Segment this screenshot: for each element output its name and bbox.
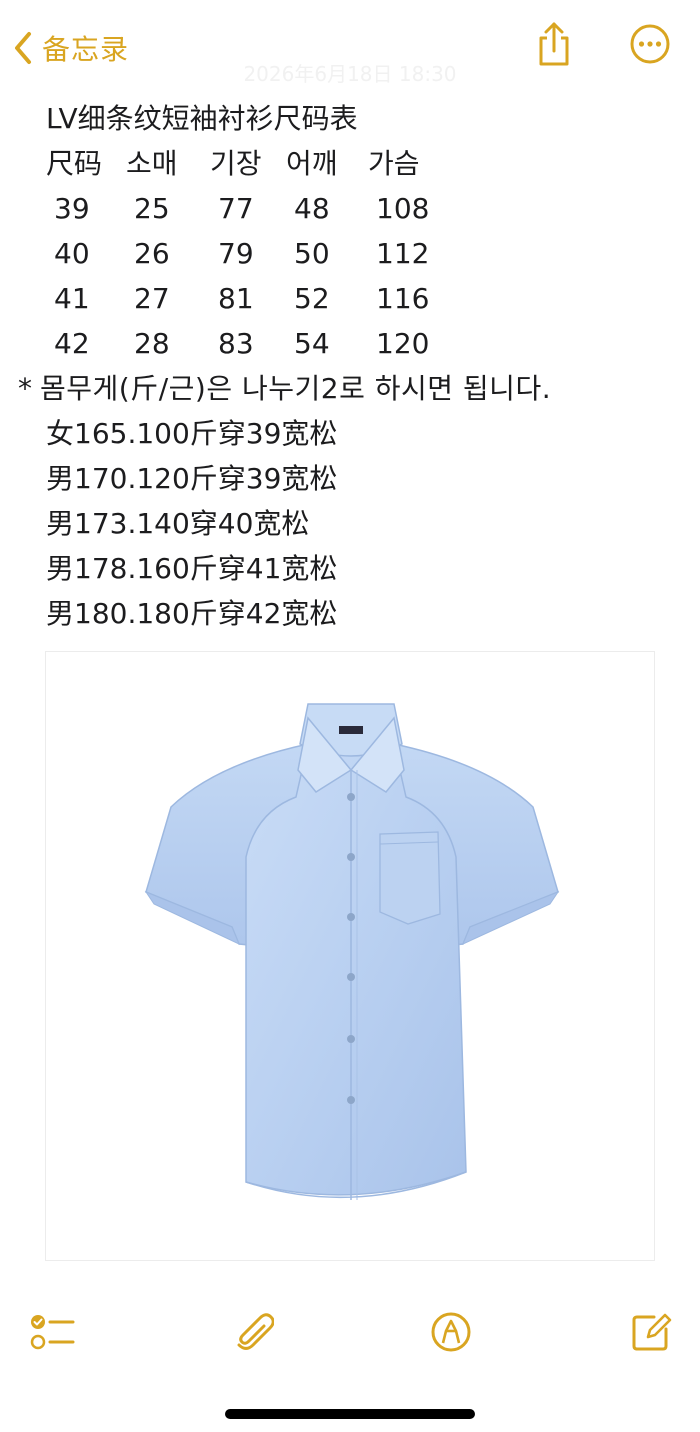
list-item: 女165.100斤穿39宽松 <box>46 417 338 450</box>
table-cell: 79 <box>218 237 254 270</box>
share-button[interactable] <box>530 22 578 70</box>
table-cell: 52 <box>294 282 330 315</box>
header-shoulder: 어깨 <box>286 147 338 180</box>
markup-pen-icon <box>429 1310 473 1358</box>
attach-button[interactable] <box>228 1308 280 1360</box>
table-row: 41 27 81 52 116 <box>46 276 700 321</box>
table-row: 42 28 83 54 120 <box>46 321 700 366</box>
table-cell: 50 <box>294 237 330 270</box>
note-title: LV细条纹短袖衬衫尺码表 <box>46 102 358 135</box>
table-cell: 54 <box>294 327 330 360</box>
note-timestamp: 2026年6月18日 18:30 <box>243 62 457 86</box>
compose-button[interactable] <box>625 1308 677 1360</box>
list-item: 男173.140穿40宽松 <box>46 507 310 540</box>
table-cell: 41 <box>54 282 90 315</box>
bottom-toolbar <box>0 1300 700 1370</box>
table-cell: 81 <box>218 282 254 315</box>
header-chest: 가슴 <box>368 147 420 180</box>
size-table-header: 尺码 소매 기장 어깨 가슴 <box>46 141 700 186</box>
share-icon <box>534 21 574 71</box>
table-row: 40 26 79 50 112 <box>46 231 700 276</box>
table-cell: 39 <box>54 192 90 225</box>
header-length: 기장 <box>210 147 262 180</box>
size-table: 尺码 소매 기장 어깨 가슴 39 25 77 48 108 40 26 79 … <box>46 141 700 366</box>
paperclip-icon <box>234 1310 275 1358</box>
checklist-icon <box>29 1310 77 1358</box>
table-cell: 48 <box>294 192 330 225</box>
table-cell: 28 <box>134 327 170 360</box>
table-row: 39 25 77 48 108 <box>46 186 700 231</box>
list-item: 男178.160斤穿41宽松 <box>46 552 338 585</box>
checklist-button[interactable] <box>27 1308 79 1360</box>
list-item: 男170.120斤穿39宽松 <box>46 462 338 495</box>
table-cell: 83 <box>218 327 254 360</box>
table-cell: 120 <box>376 327 430 360</box>
notice-text: 몸무게(斤/근)은 나누기2로 하시면 됩니다. <box>40 372 552 405</box>
table-cell: 108 <box>376 192 430 225</box>
more-icon <box>629 23 671 69</box>
navigation-bar: 备忘录 2026年6月18日 18:30 <box>0 0 700 100</box>
weight-notice: * 몸무게(斤/근)은 나누기2로 하시면 됩니다. <box>0 366 700 411</box>
more-button[interactable] <box>626 22 674 70</box>
list-item: 男180.180斤穿42宽松 <box>46 597 338 630</box>
header-size: 尺码 <box>46 147 103 180</box>
table-cell: 77 <box>218 192 254 225</box>
markup-button[interactable] <box>425 1308 477 1360</box>
note-body[interactable]: LV细条纹短袖衬衫尺码表 尺码 소매 기장 어깨 가슴 39 25 77 48 … <box>0 96 700 636</box>
notice-bullet: * <box>18 372 33 405</box>
compose-icon <box>630 1311 672 1357</box>
size-recommendations: 女165.100斤穿39宽松 男170.120斤穿39宽松 男173.140穿4… <box>0 411 700 636</box>
header-sleeve: 소매 <box>126 147 178 180</box>
table-cell: 116 <box>376 282 430 315</box>
table-cell: 40 <box>54 237 90 270</box>
table-cell: 27 <box>134 282 170 315</box>
shirt-photo[interactable] <box>45 651 655 1261</box>
table-cell: 42 <box>54 327 90 360</box>
table-cell: 112 <box>376 237 430 270</box>
home-indicator[interactable] <box>225 1409 475 1419</box>
table-cell: 25 <box>134 192 170 225</box>
table-cell: 26 <box>134 237 170 270</box>
